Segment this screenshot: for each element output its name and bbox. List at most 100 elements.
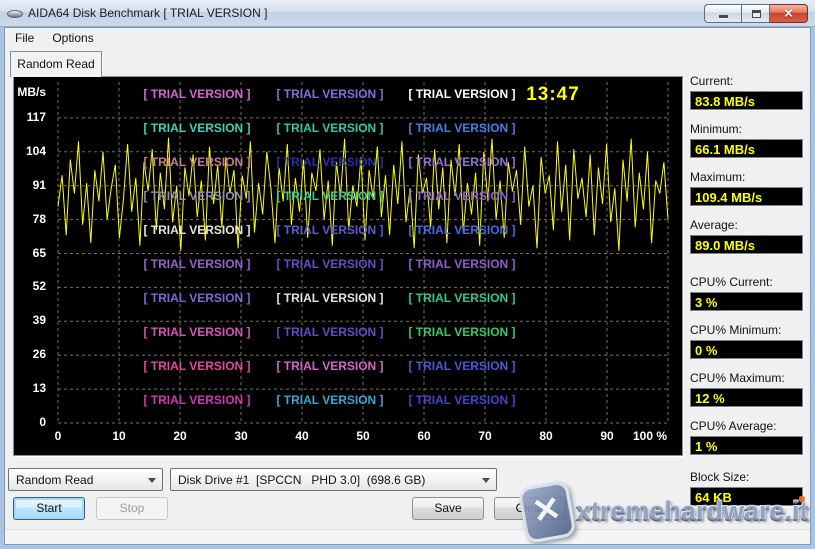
app-window: AIDA64 Disk Benchmark [ TRIAL VERSION ] … <box>0 0 815 549</box>
stat-group: Minimum: 66.1 MB/s <box>690 122 803 158</box>
y-axis-tick: 52 <box>16 279 46 293</box>
x-axis-tick: 100 % <box>633 429 667 443</box>
minimize-icon <box>719 15 728 18</box>
trial-version-watermark: [ TRIAL VERSION ] <box>408 291 515 305</box>
disk-drive-select[interactable]: Disk Drive #1 [SPCCN PHD 3.0] (698.6 GB) <box>170 468 497 491</box>
title-bar[interactable]: AIDA64 Disk Benchmark [ TRIAL VERSION ] … <box>0 0 815 27</box>
x-axis-tick: 40 <box>295 429 308 443</box>
stat-value: 83.8 MB/s <box>690 91 803 110</box>
stat-value: 1 % <box>690 436 803 455</box>
x-axis-tick: 80 <box>539 429 552 443</box>
stat-value: 109.4 MB/s <box>690 187 803 206</box>
stat-group: Maximum: 109.4 MB/s <box>690 170 803 206</box>
x-axis-tick: 10 <box>112 429 125 443</box>
benchmark-type-select[interactable]: Random Read <box>8 468 163 491</box>
start-button[interactable]: Start <box>13 497 85 520</box>
trial-version-watermark: [ TRIAL VERSION ] <box>276 223 383 237</box>
maximize-button[interactable] <box>741 4 770 23</box>
trial-version-watermark: [ TRIAL VERSION ] <box>408 393 515 407</box>
trial-version-watermark: [ TRIAL VERSION ] <box>276 359 383 373</box>
save-button[interactable]: Save <box>412 497 484 520</box>
trial-version-watermark: [ TRIAL VERSION ] <box>143 257 250 271</box>
disk-drive-value: Disk Drive #1 [SPCCN PHD 3.0] (698.6 GB) <box>178 473 425 487</box>
trial-version-watermark: [ TRIAL VERSION ] <box>276 393 383 407</box>
trial-version-watermark: [ TRIAL VERSION ] <box>408 155 515 169</box>
y-axis-tick: 78 <box>16 212 46 226</box>
menu-file[interactable]: File <box>6 29 43 47</box>
trial-version-watermark: [ TRIAL VERSION ] <box>276 291 383 305</box>
y-axis-unit-label: MB/s <box>16 85 46 99</box>
trial-version-watermark: [ TRIAL VERSION ] <box>276 189 383 203</box>
x-axis-tick: 50 <box>356 429 369 443</box>
trial-version-watermark: [ TRIAL VERSION ] <box>143 393 250 407</box>
trial-version-watermark: [ TRIAL VERSION ] <box>408 87 515 101</box>
x-axis-tick: 60 <box>417 429 430 443</box>
close-button[interactable]: ✕ <box>770 4 808 23</box>
stat-label: Block Size: <box>690 470 803 484</box>
trial-version-watermark: [ TRIAL VERSION ] <box>143 325 250 339</box>
trial-version-watermark: [ TRIAL VERSION ] <box>143 155 250 169</box>
y-axis-tick: 117 <box>16 110 46 124</box>
tab-random-read[interactable]: Random Read <box>10 51 102 77</box>
stat-label: Maximum: <box>690 170 803 184</box>
maximize-icon <box>752 10 761 18</box>
chevron-down-icon <box>148 478 156 483</box>
trial-version-watermark: [ TRIAL VERSION ] <box>276 121 383 135</box>
y-axis-tick: 65 <box>16 246 46 260</box>
stat-group: Average: 89.0 MB/s <box>690 218 803 254</box>
y-axis-tick: 39 <box>16 313 46 327</box>
stat-value: 12 % <box>690 388 803 407</box>
trial-version-watermark: [ TRIAL VERSION ] <box>143 189 250 203</box>
trial-version-watermark: [ TRIAL VERSION ] <box>276 155 383 169</box>
window-title: AIDA64 Disk Benchmark [ TRIAL VERSION ] <box>28 6 267 20</box>
trial-version-watermark: [ TRIAL VERSION ] <box>408 359 515 373</box>
menu-options[interactable]: Options <box>43 29 102 47</box>
trial-version-watermark: [ TRIAL VERSION ] <box>143 121 250 135</box>
stat-label: CPU% Average: <box>690 419 803 433</box>
stat-label: CPU% Current: <box>690 275 803 289</box>
minimize-button[interactable] <box>704 4 741 23</box>
stat-group: CPU% Average: 1 % <box>690 419 803 455</box>
trial-version-watermark: [ TRIAL VERSION ] <box>408 325 515 339</box>
bottom-strip <box>0 529 815 545</box>
stat-value: 66.1 MB/s <box>690 139 803 158</box>
x-axis-tick: 0 <box>55 429 62 443</box>
stat-value: 3 % <box>690 292 803 311</box>
close-icon: ✕ <box>783 6 793 20</box>
x-axis-tick: 20 <box>173 429 186 443</box>
trial-version-watermark: [ TRIAL VERSION ] <box>143 87 250 101</box>
stat-group: Current: 83.8 MB/s <box>690 74 803 110</box>
trial-version-watermark: [ TRIAL VERSION ] <box>276 257 383 271</box>
stat-label: CPU% Maximum: <box>690 371 803 385</box>
trial-version-watermark: [ TRIAL VERSION ] <box>276 325 383 339</box>
stat-group: CPU% Maximum: 12 % <box>690 371 803 407</box>
stat-label: CPU% Minimum: <box>690 323 803 337</box>
trial-version-watermark: [ TRIAL VERSION ] <box>276 87 383 101</box>
trial-version-watermark: [ TRIAL VERSION ] <box>143 291 250 305</box>
y-axis-tick: 91 <box>16 178 46 192</box>
stat-label: Average: <box>690 218 803 232</box>
x-axis-tick: 90 <box>600 429 613 443</box>
y-axis-tick: 0 <box>16 415 46 429</box>
chevron-down-icon <box>482 478 490 483</box>
stat-label: Current: <box>690 74 803 88</box>
stat-group: Block Size: 64 KB <box>690 470 803 506</box>
benchmark-chart: 13:47 MB/s013263952657891104117010203040… <box>13 76 683 456</box>
trial-version-watermark: [ TRIAL VERSION ] <box>408 257 515 271</box>
benchmark-type-value: Random Read <box>16 473 93 487</box>
stat-value: 89.0 MB/s <box>690 235 803 254</box>
stop-button[interactable]: Stop <box>96 497 168 520</box>
trial-version-watermark: [ TRIAL VERSION ] <box>408 223 515 237</box>
trial-version-watermark: [ TRIAL VERSION ] <box>143 359 250 373</box>
trial-version-watermark: [ TRIAL VERSION ] <box>143 223 250 237</box>
trial-version-watermark: [ TRIAL VERSION ] <box>408 189 515 203</box>
stat-value: 0 % <box>690 340 803 359</box>
y-axis-tick: 26 <box>16 347 46 361</box>
stat-group: CPU% Current: 3 % <box>690 275 803 311</box>
chart-clock: 13:47 <box>503 84 603 106</box>
app-icon <box>7 7 23 20</box>
stat-value: 64 KB <box>690 487 803 506</box>
clear-button[interactable]: Clear <box>494 497 566 520</box>
y-axis-tick: 104 <box>16 144 46 158</box>
stat-label: Minimum: <box>690 122 803 136</box>
